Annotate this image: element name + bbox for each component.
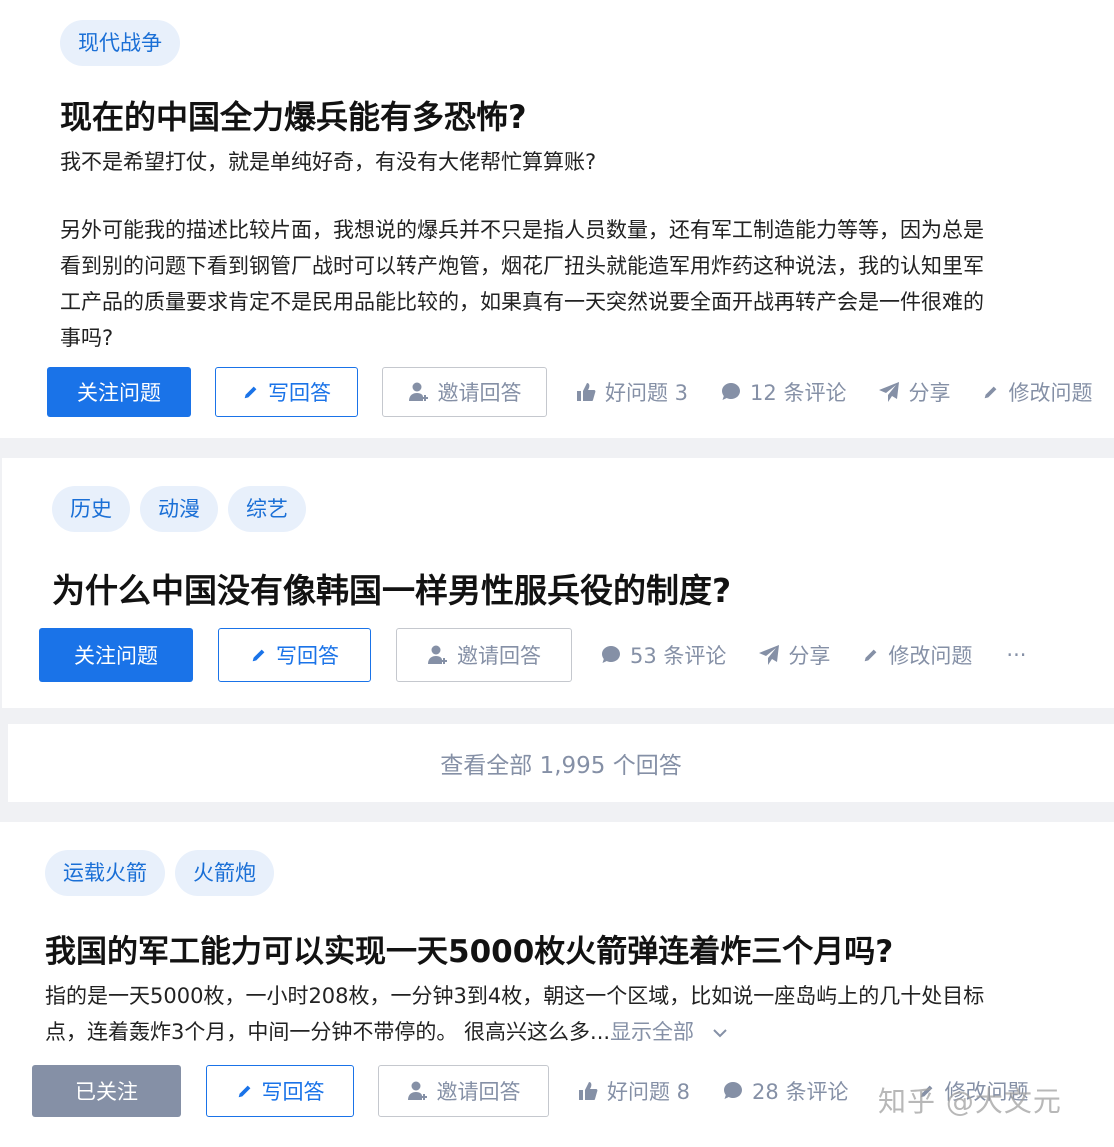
question-title[interactable]: 为什么中国没有像韩国一样男性服兵役的制度? <box>52 564 731 612</box>
comments-label: 28 条评论 <box>752 1080 849 1104</box>
comments-button[interactable]: 53 条评论 <box>600 640 726 670</box>
invite-user-icon <box>407 1081 427 1100</box>
comments-label: 53 条评论 <box>630 644 727 668</box>
question-title[interactable]: 我国的军工能力可以实现一天5000枚火箭弹连着炸三个月吗? <box>45 926 893 971</box>
invite-user-icon <box>428 645 447 664</box>
invite-answer-label: 邀请回答 <box>437 381 522 405</box>
good-question-label: 好问题 3 <box>605 381 689 405</box>
description-text: 点，连着轰炸3个月，中间一分钟不带停的。 很高兴这么多... <box>45 1020 611 1044</box>
topic-tag[interactable]: 现代战争 <box>60 20 180 66</box>
write-answer-button[interactable]: 写回答 <box>215 367 358 417</box>
description-line: 看到别的问题下看到钢管厂战时可以转产炮管，烟花厂扭头就能造军用炸药这种说法，我的… <box>60 254 984 278</box>
share-label: 分享 <box>908 381 951 405</box>
description-line: 指的是一天5000枚，一小时208枚，一分钟3到4枚，朝这一个区域，比如说一座岛… <box>45 984 985 1008</box>
chevron-down-icon <box>713 1029 727 1038</box>
followed-button[interactable]: 已关注 <box>32 1065 181 1117</box>
thumbs-up-icon <box>579 1082 598 1100</box>
show-all-label: 显示全部 <box>610 1020 695 1044</box>
comment-bubble-icon <box>722 383 741 400</box>
topic-tags: 现代战争 <box>60 20 180 66</box>
share-button[interactable]: 分享 <box>878 377 950 407</box>
share-button[interactable]: 分享 <box>758 640 830 670</box>
pencil-icon <box>252 649 265 662</box>
question-actions: 关注问题 写回答 邀请回答 53 条评论 分享 修改问题 ··· <box>39 628 1026 682</box>
view-all-label: 查看全部 1,995 个回答 <box>440 753 682 779</box>
description-line: 事吗? <box>60 326 114 350</box>
edit-question-button[interactable]: 修改问题 <box>982 377 1092 407</box>
watermark: 知乎 @大文元 <box>878 1085 1062 1118</box>
thumbs-up-icon <box>577 383 596 401</box>
follow-label: 关注问题 <box>77 381 161 405</box>
more-options-button[interactable]: ··· <box>1006 643 1026 667</box>
topic-tag[interactable]: 动漫 <box>140 486 218 532</box>
more-icon: ··· <box>1006 643 1027 667</box>
comments-button[interactable]: 12 条评论 <box>720 377 846 407</box>
good-question-label: 好问题 8 <box>607 1080 691 1104</box>
paper-plane-icon <box>759 645 780 665</box>
comment-bubble-icon <box>724 1082 743 1099</box>
view-all-answers-button[interactable]: 查看全部 1,995 个回答 <box>8 724 1114 802</box>
topic-tags: 运载火箭 火箭炮 <box>45 850 274 896</box>
invite-user-icon <box>408 382 428 401</box>
edit-question-label: 修改问题 <box>888 644 973 668</box>
question-actions: 关注问题 写回答 邀请回答 好问题 3 12 条评论 分享 修改问题 <box>47 367 1092 417</box>
topic-tag[interactable]: 历史 <box>52 486 130 532</box>
write-answer-label: 写回答 <box>268 381 331 405</box>
description-line: 点，连着轰炸3个月，中间一分钟不带停的。 很高兴这么多...显示全部 <box>45 1014 984 1050</box>
question-card-1: 现代战争 现在的中国全力爆兵能有多恐怖? 我不是希望打仗，就是单纯好奇，有没有大… <box>0 0 1114 438</box>
invite-answer-button[interactable]: 邀请回答 <box>378 1065 549 1117</box>
good-question-button[interactable]: 好问题 8 <box>577 1076 690 1106</box>
topic-tag[interactable]: 综艺 <box>228 486 306 532</box>
description-line: 另外可能我的描述比较片面，我想说的爆兵并不只是指人员数量，还有军工制造能力等等，… <box>60 218 984 242</box>
write-answer-label: 写回答 <box>276 644 339 668</box>
share-label: 分享 <box>788 644 831 668</box>
pencil-icon <box>985 386 997 399</box>
topic-tags: 历史 动漫 综艺 <box>52 486 306 532</box>
show-all-link[interactable]: 显示全部 <box>610 1020 729 1044</box>
topic-tag[interactable]: 火箭炮 <box>175 850 274 896</box>
edit-question-button[interactable]: 修改问题 <box>862 640 972 670</box>
write-answer-label: 写回答 <box>261 1080 325 1104</box>
description-line: 工产品的质量要求肯定不是民用品能比较的，如果真有一天突然说要全面开战再转产会是一… <box>60 290 984 314</box>
write-answer-button[interactable]: 写回答 <box>206 1065 354 1117</box>
invite-answer-button[interactable]: 邀请回答 <box>382 367 547 417</box>
question-title[interactable]: 现在的中国全力爆兵能有多恐怖? <box>60 92 527 138</box>
followed-label: 已关注 <box>75 1080 138 1104</box>
comment-bubble-icon <box>602 646 620 663</box>
description-line: 我不是希望打仗，就是单纯好奇，有没有大佬帮忙算算账? <box>60 150 597 174</box>
question-description: 我不是希望打仗，就是单纯好奇，有没有大佬帮忙算算账? 另外可能我的描述比较片面，… <box>60 144 984 356</box>
good-question-button[interactable]: 好问题 3 <box>575 377 688 407</box>
follow-question-button[interactable]: 关注问题 <box>47 367 191 417</box>
write-answer-button[interactable]: 写回答 <box>218 628 371 682</box>
comments-label: 12 条评论 <box>750 381 847 405</box>
comments-button[interactable]: 28 条评论 <box>722 1076 848 1106</box>
follow-label: 关注问题 <box>74 644 158 668</box>
pencil-icon <box>238 1085 250 1098</box>
question-card-2: 历史 动漫 综艺 为什么中国没有像韩国一样男性服兵役的制度? 关注问题 写回答 … <box>2 458 1114 708</box>
edit-question-label: 修改问题 <box>1008 381 1093 405</box>
pencil-icon <box>865 649 877 662</box>
invite-answer-label: 邀请回答 <box>457 644 541 668</box>
pencil-icon <box>244 386 257 399</box>
topic-tag[interactable]: 运载火箭 <box>45 850 165 896</box>
paper-plane-icon <box>879 382 900 402</box>
follow-question-button[interactable]: 关注问题 <box>39 628 193 682</box>
invite-answer-label: 邀请回答 <box>436 1080 521 1104</box>
question-description: 指的是一天5000枚，一小时208枚，一分钟3到4枚，朝这一个区域，比如说一座岛… <box>45 978 984 1050</box>
invite-answer-button[interactable]: 邀请回答 <box>396 628 572 682</box>
